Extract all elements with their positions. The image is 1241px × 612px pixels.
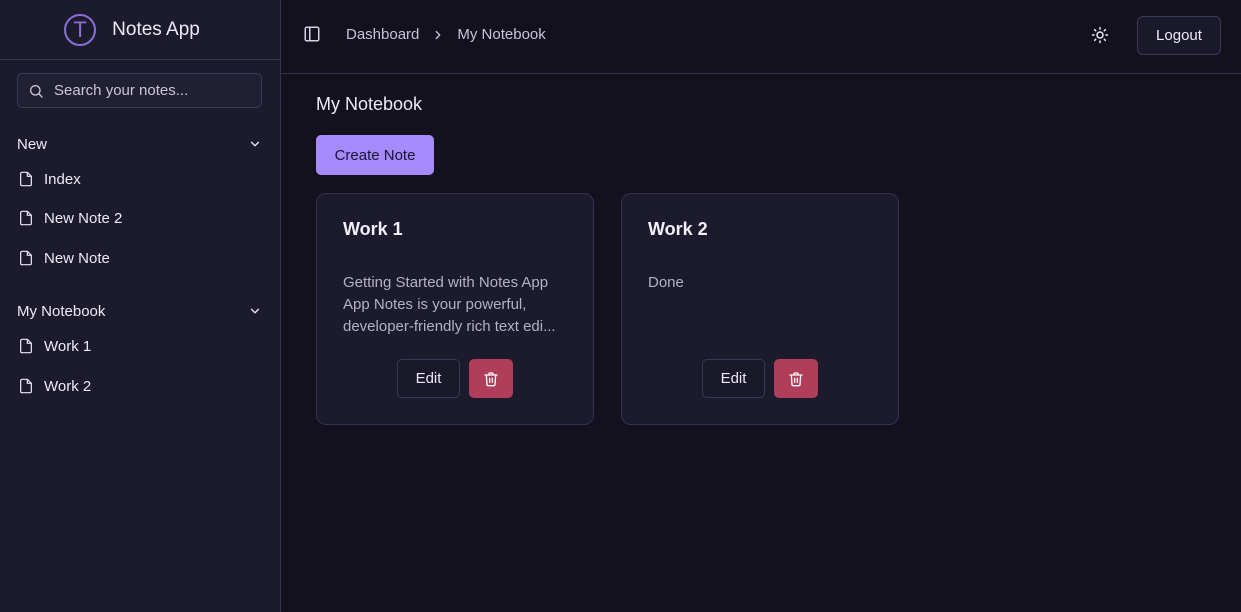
- note-preview-line: developer-friendly rich text edi...: [343, 318, 556, 335]
- note-card-work-1[interactable]: Work 1 Getting Started with Notes App Ap…: [316, 193, 594, 425]
- sidebar-toggle-button[interactable]: [303, 25, 323, 45]
- search-input[interactable]: [54, 82, 254, 99]
- sidebar-item-label: Work 2: [44, 377, 92, 395]
- edit-button[interactable]: Edit: [397, 359, 460, 398]
- logo-circle-icon: T: [64, 13, 97, 46]
- theme-toggle-button[interactable]: [1091, 26, 1111, 46]
- breadcrumb-current: My Notebook: [457, 26, 546, 43]
- sidebar-toggle-icon: [304, 26, 320, 42]
- sidebar-group-label: My Notebook: [17, 302, 106, 320]
- breadcrumb: Dashboard My Notebook: [346, 26, 546, 43]
- chevron-down-icon: [250, 308, 260, 314]
- sidebar-item-index[interactable]: Index: [18, 167, 262, 191]
- sidebar: T Notes App New Index New Note 2 New Not…: [0, 0, 281, 612]
- sidebar-group-label: New: [17, 135, 48, 153]
- delete-button[interactable]: [469, 359, 513, 398]
- sidebar-item-label: Index: [44, 170, 81, 188]
- sun-icon: [1091, 26, 1109, 44]
- file-icon: [20, 250, 32, 266]
- sidebar-item-new-note-2[interactable]: New Note 2: [18, 206, 262, 230]
- brand: T Notes App: [0, 0, 280, 60]
- sidebar-item-new-note[interactable]: New Note: [18, 246, 262, 270]
- chevron-down-icon: [250, 141, 260, 147]
- sidebar-group-my-notebook[interactable]: My Notebook: [17, 300, 262, 322]
- delete-button[interactable]: [774, 359, 818, 398]
- sidebar-item-label: Work 1: [44, 337, 92, 355]
- sidebar-item-label: New Note: [44, 249, 110, 267]
- sidebar-item-work-2[interactable]: Work 2: [18, 374, 262, 398]
- note-card-preview: Done: [648, 272, 876, 294]
- create-note-button[interactable]: Create Note: [316, 135, 434, 175]
- note-preview-line: App Notes is your powerful,: [343, 296, 527, 313]
- trash-icon: [484, 371, 498, 386]
- note-card-title: Work 1: [343, 219, 403, 239]
- sidebar-item-work-1[interactable]: Work 1: [18, 334, 262, 358]
- search-box: [17, 73, 262, 108]
- trash-icon: [789, 371, 803, 386]
- note-preview-line: Getting Started with Notes App: [343, 274, 549, 291]
- note-preview-line: Done: [648, 274, 684, 291]
- topbar: Dashboard My Notebook Logout: [281, 0, 1241, 74]
- edit-button[interactable]: Edit: [702, 359, 765, 398]
- note-card-work-2[interactable]: Work 2 Done Edit: [621, 193, 899, 425]
- note-card-preview: Getting Started with Notes App App Notes…: [343, 272, 571, 338]
- breadcrumb-dashboard[interactable]: Dashboard: [346, 26, 419, 43]
- page-title: My Notebook: [316, 94, 423, 114]
- app-title: Notes App: [112, 18, 200, 40]
- file-icon: [20, 378, 32, 394]
- search-icon: [30, 84, 43, 98]
- file-icon: [20, 210, 32, 226]
- sidebar-group-new[interactable]: New: [17, 133, 262, 155]
- chevron-right-icon: [435, 30, 441, 39]
- note-card-title: Work 2: [648, 219, 708, 239]
- file-icon: [20, 338, 32, 354]
- sidebar-item-label: New Note 2: [44, 209, 123, 227]
- file-icon: [20, 171, 32, 187]
- logout-button[interactable]: Logout: [1137, 16, 1221, 55]
